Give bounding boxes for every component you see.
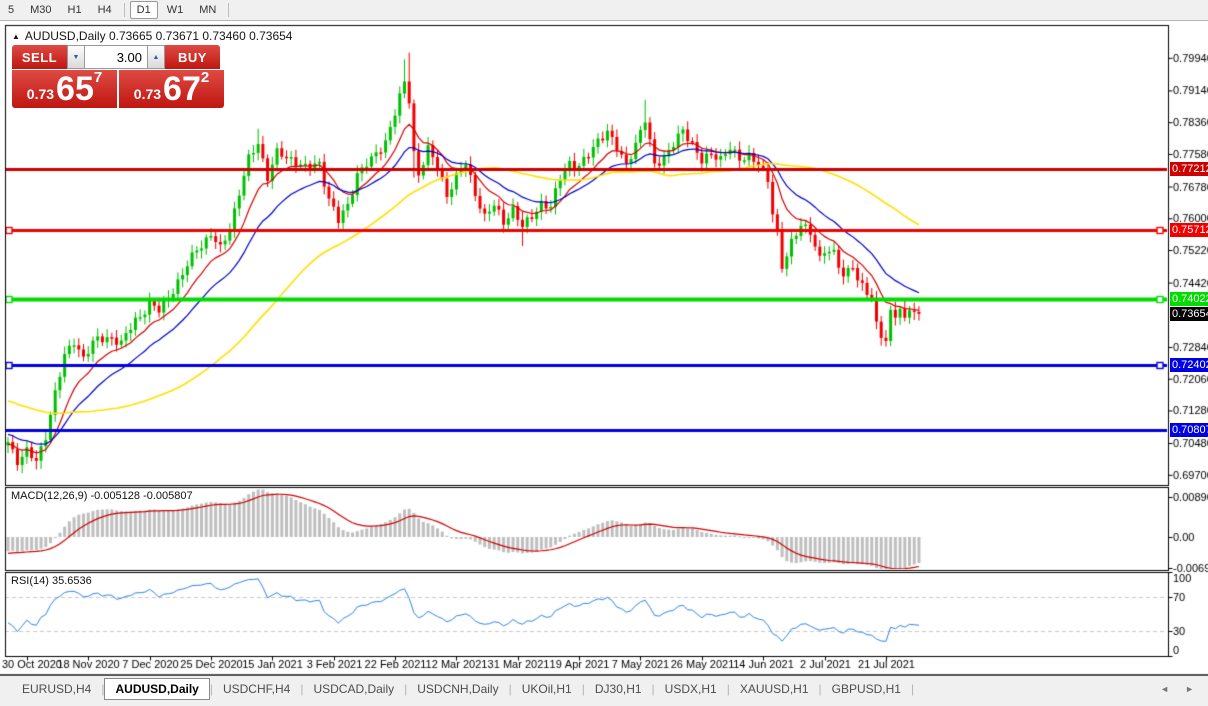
sell-price-sup: 7 xyxy=(94,70,102,85)
tab-eurusd-h4[interactable]: EURUSD,H4 xyxy=(12,679,101,699)
timeframe-button-5[interactable]: 5 xyxy=(1,1,21,19)
rsi-value: 35.6536 xyxy=(52,575,92,587)
tabs-scroll-left-icon[interactable]: ◄ xyxy=(1160,684,1169,694)
timeframe-toolbar: 5M30H1H4 D1W1MN xyxy=(0,0,1208,21)
price-level-badge[interactable]: 0.77212 xyxy=(1170,162,1208,176)
symbol-label: AUDUSD,Daily xyxy=(25,29,106,43)
tab-ukoil-h1[interactable]: UKOil,H1 xyxy=(512,679,582,699)
price-level-badge[interactable]: 0.74022 xyxy=(1170,292,1208,306)
chart-title: ▲ AUDUSD,Daily 0.73665 0.73671 0.73460 0.… xyxy=(12,29,292,43)
price-level-badge[interactable]: 0.75712 xyxy=(1170,223,1208,237)
timeframe-button-mn[interactable]: MN xyxy=(192,1,223,19)
tabs-scroll-right-icon[interactable]: ► xyxy=(1185,684,1194,694)
current-price-badge: 0.73654 xyxy=(1170,307,1208,321)
macd-label: MACD(12,26,9) -0.005128 -0.005807 xyxy=(11,490,193,502)
chart-tabs: EURUSD,H4|AUDUSD,Daily|USDCHF,H4|USDCAD,… xyxy=(0,676,914,702)
tab-audusd-daily[interactable]: AUDUSD,Daily xyxy=(104,678,209,700)
terminal-window: 5M30H1H4 D1W1MN ▲ AUDUSD,Daily 0.73665 0.7… xyxy=(0,0,1208,706)
rsi-title: RSI(14) xyxy=(11,575,49,587)
toolbar-separator xyxy=(124,3,125,17)
timeframe-button-d1[interactable]: D1 xyxy=(130,1,158,19)
timeframe-button-h4[interactable]: H4 xyxy=(91,1,119,19)
tab-usdcnh-daily[interactable]: USDCNH,Daily xyxy=(407,679,508,699)
sell-button[interactable]: SELL xyxy=(12,45,67,69)
tab-usdx-h1[interactable]: USDX,H1 xyxy=(655,679,727,699)
tab-dj30-h1[interactable]: DJ30,H1 xyxy=(585,679,652,699)
timeframe-button-h1[interactable]: H1 xyxy=(61,1,89,19)
tab-xauusd-h1[interactable]: XAUUSD,H1 xyxy=(730,679,819,699)
sell-price-button[interactable]: 0.73 65 7 xyxy=(12,70,117,108)
price-level-badge[interactable]: 0.70807 xyxy=(1170,423,1208,437)
sell-price-big: 65 xyxy=(56,75,94,105)
price-level-badge[interactable]: 0.72402 xyxy=(1170,358,1208,372)
sell-price-small: 0.73 xyxy=(27,84,54,105)
collapse-triangle-icon[interactable]: ▲ xyxy=(12,32,20,41)
tab-gbpusd-h1[interactable]: GBPUSD,H1 xyxy=(822,679,911,699)
chart-tab-bar: EURUSD,H4|AUDUSD,Daily|USDCHF,H4|USDCAD,… xyxy=(0,675,1208,706)
buy-price-sup: 2 xyxy=(201,70,209,85)
timeframe-button-m30[interactable]: M30 xyxy=(23,1,58,19)
buy-button[interactable]: BUY xyxy=(165,45,220,69)
buy-price-big: 67 xyxy=(163,75,201,105)
toolbar-separator xyxy=(228,3,229,17)
ohlc-quotes: 0.73665 0.73671 0.73460 0.73654 xyxy=(109,29,293,43)
tab-usdcad-daily[interactable]: USDCAD,Daily xyxy=(303,679,404,699)
volume-input[interactable] xyxy=(85,45,147,69)
tab-usdchf-h4[interactable]: USDCHF,H4 xyxy=(213,679,300,699)
buy-price-small: 0.73 xyxy=(134,84,161,105)
macd-title: MACD(12,26,9) xyxy=(11,490,87,502)
macd-values: -0.005128 -0.005807 xyxy=(90,490,192,502)
tab-separator: | xyxy=(911,682,914,696)
timeframe-button-w1[interactable]: W1 xyxy=(160,1,191,19)
rsi-label: RSI(14) 35.6536 xyxy=(11,575,92,587)
buy-price-button[interactable]: 0.73 67 2 xyxy=(119,70,224,108)
one-click-trade-panel: SELL ▼ ▲ BUY 0.73 65 7 0.73 67 2 xyxy=(12,45,224,108)
volume-increase-button[interactable]: ▲ xyxy=(147,45,165,69)
volume-decrease-button[interactable]: ▼ xyxy=(67,45,85,69)
